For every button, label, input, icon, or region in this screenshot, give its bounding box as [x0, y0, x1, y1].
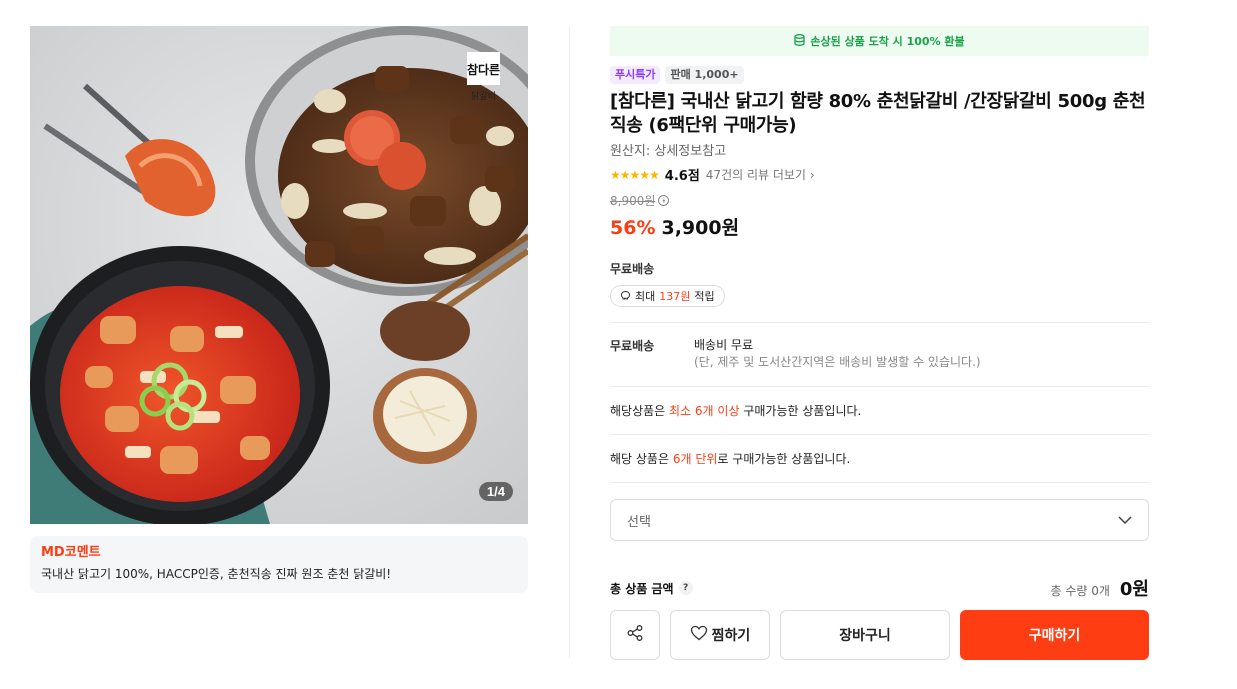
md-comment-text: 국내산 닭고기 100%, HACCP인증, 춘천직송 진짜 원조 춘천 닭갈비…: [41, 567, 392, 581]
add-to-cart-button[interactable]: 장바구니: [780, 610, 950, 660]
heart-icon: [690, 625, 708, 645]
buy-now-button[interactable]: 구매하기: [960, 610, 1149, 660]
shipping-fee-text: 배송비 무료: [694, 338, 754, 352]
coins-icon: [794, 33, 805, 49]
action-buttons: 찜하기 장바구니 구매하기: [610, 610, 1149, 660]
divider: [610, 482, 1149, 483]
points-suffix: 적립: [694, 290, 715, 303]
notice-text: 해당 상품은: [610, 452, 670, 466]
discount-rate: 56%: [610, 217, 656, 239]
md-comment-title: MD코멘트: [41, 545, 101, 560]
md-comment-box: MD코멘트 국내산 닭고기 100%, HACCP인증, 춘천직송 진짜 원조 …: [30, 536, 528, 593]
total-price: 0원: [1119, 579, 1149, 600]
notice-highlight: 최소 6개 이상: [669, 404, 740, 418]
option-select-placeholder: 선택: [627, 514, 651, 530]
push-deal-badge: 푸시특가: [610, 66, 661, 84]
total-label: 총 상품 금액 ?: [610, 580, 693, 597]
help-icon[interactable]: ?: [678, 581, 693, 595]
info-icon[interactable]: i: [658, 195, 670, 206]
notice-text: 로 구매가능한 상품입니다.: [717, 452, 851, 466]
rating-row: ★★★★★ 4.6점 47건의 리뷰 더보기 ›: [610, 165, 1149, 185]
reviews-link-text: 47건의 리뷰 더보기: [705, 168, 806, 182]
badge-row: 푸시특가 판매 1,000+: [610, 66, 1149, 84]
total-quantity: 총 수량 0개: [1050, 584, 1110, 598]
star-rating-icon: ★★★★★: [610, 167, 660, 182]
chevron-down-icon: [1118, 513, 1132, 528]
share-button[interactable]: [610, 610, 660, 660]
share-icon: [626, 624, 644, 646]
shipping-label: 무료배송: [610, 262, 655, 276]
original-price: 8,900원 i: [610, 192, 670, 209]
shipping-fee-note: (단, 제주 및 도서산간지역은 배송비 발생할 수 있습니다.): [694, 355, 981, 369]
image-counter: 1/4: [478, 482, 513, 501]
notice-text: 구매가능한 상품입니다.: [743, 404, 862, 418]
product-photo: 참다른 닭갈비: [30, 26, 528, 524]
product-title: [참다른] 국내산 닭고기 함량 80% 춘천닭갈비 /간장닭갈비 500g 춘…: [610, 91, 1146, 136]
option-select[interactable]: 선택: [610, 499, 1149, 541]
points-chip: 최대 137원 적립: [610, 285, 725, 307]
wishlist-button-label: 찜하기: [711, 628, 751, 644]
refund-banner: 손상된 상품 도착 시 100% 환불: [610, 26, 1149, 56]
brand-mark-bottom: 닭갈비: [471, 90, 496, 102]
reviews-link[interactable]: 47건의 리뷰 더보기 ›: [706, 166, 815, 183]
points-value: 137원: [659, 290, 691, 303]
shipping-detail: 무료배송 배송비 무료 (단, 제주 및 도서산간지역은 배송비 발생할 수 있…: [610, 323, 1149, 386]
unit-quantity-notice: 해당 상품은 6개 단위 로 구매가능한 상품입니다.: [610, 435, 1149, 482]
notice-text: 해당상품은: [610, 404, 666, 418]
chevron-right-icon: ›: [809, 168, 815, 182]
product-info-panel: 손상된 상품 도착 시 100% 환불 푸시특가 판매 1,000+ [참다른]…: [610, 26, 1149, 660]
total-label-text: 총 상품 금액: [610, 581, 674, 596]
refund-banner-text: 손상된 상품 도착 시 100% 환불: [810, 35, 965, 48]
origin-info: 원산지: 상세정보참고: [610, 144, 727, 159]
price-row: 56% 3,900원: [610, 213, 1149, 240]
sale-price: 3,900원: [661, 217, 740, 239]
product-image[interactable]: 참다른 닭갈비 1/4: [30, 26, 528, 524]
original-price-text: 8,900원: [610, 194, 656, 208]
total-summary: 총 수량 0개 0원: [1050, 575, 1149, 601]
notice-highlight: 6개 단위: [672, 452, 718, 466]
rating-score: 4.6점: [664, 169, 700, 184]
piggy-bank-icon: [620, 290, 631, 303]
wishlist-button[interactable]: 찜하기: [670, 610, 770, 660]
brand-mark-top: 참다른: [467, 62, 500, 77]
points-prefix: 최대: [635, 290, 656, 303]
column-divider: [569, 26, 570, 658]
min-quantity-notice: 해당상품은 최소 6개 이상 구매가능한 상품입니다.: [610, 387, 1149, 434]
shipping-detail-label: 무료배송: [610, 339, 655, 353]
total-row: 총 상품 금액 ? 총 수량 0개 0원: [610, 575, 1149, 601]
sales-count-badge: 판매 1,000+: [665, 66, 744, 84]
